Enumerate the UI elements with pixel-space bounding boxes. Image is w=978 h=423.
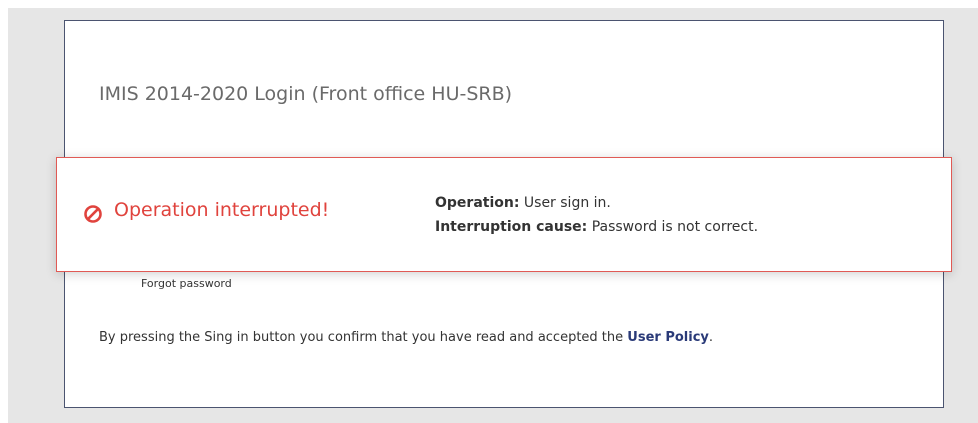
interruption-cause-value: Password is not correct. <box>587 219 759 235</box>
error-banner: Operation interrupted! Operation: User s… <box>56 157 952 272</box>
operation-value: User sign in. <box>519 195 611 211</box>
user-policy-notice: By pressing the Sing in button you confi… <box>99 330 713 345</box>
forgot-password-link[interactable]: Forgot password <box>141 277 232 290</box>
error-heading: Operation interrupted! <box>114 199 330 221</box>
prohibited-icon <box>84 205 102 223</box>
policy-suffix-text: . <box>708 330 714 345</box>
error-details: Operation: User sign in. Interruption ca… <box>435 191 758 239</box>
operation-label: Operation: <box>435 195 520 211</box>
login-title: IMIS 2014-2020 Login (Front office HU-SR… <box>99 83 513 105</box>
user-policy-link[interactable]: User Policy <box>627 330 709 345</box>
interruption-cause-label: Interruption cause: <box>435 219 588 235</box>
operation-line: Operation: User sign in. <box>435 191 758 215</box>
interruption-cause-line: Interruption cause: Password is not corr… <box>435 215 758 239</box>
policy-prefix-text: By pressing the Sing in button you confi… <box>99 330 628 345</box>
